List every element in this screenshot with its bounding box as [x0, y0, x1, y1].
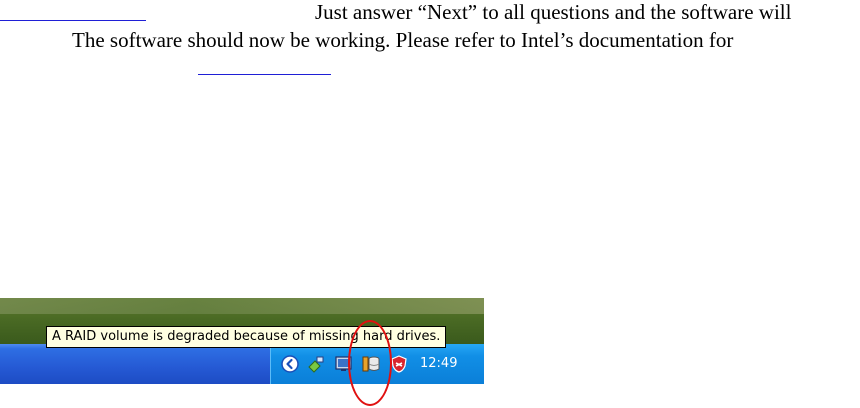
doc-line-2: The software should now be working. Plea… — [72, 28, 734, 52]
clock[interactable]: 12:49 — [420, 354, 457, 374]
link-underline-2[interactable] — [198, 74, 331, 75]
highlight-circle — [348, 320, 392, 406]
network-icon[interactable] — [306, 354, 326, 374]
security-shield-icon[interactable] — [389, 354, 409, 374]
back-arrow-icon[interactable] — [280, 354, 300, 374]
taskbar-screenshot: A RAID volume is degraded because of mis… — [0, 298, 484, 384]
doc-line-1: Just answer “Next” to all questions and … — [315, 0, 792, 24]
link-underline-1[interactable] — [0, 20, 146, 21]
